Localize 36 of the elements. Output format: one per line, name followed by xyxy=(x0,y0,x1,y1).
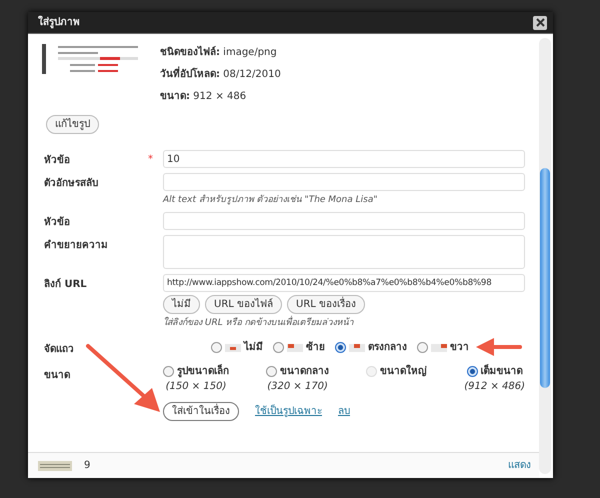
required-mark: * xyxy=(148,154,153,165)
field-hint: Alt text สำหรับรูปภาพ ตัวอย่างเช่น "The Mona Lisa" xyxy=(163,194,378,207)
window-title: ใส่รูปภาพ xyxy=(38,16,80,29)
option-label: ไม่มี xyxy=(244,341,263,354)
insert-button[interactable]: ใส่เข้าในเรื่อง xyxy=(163,402,239,421)
field-hint: ใส่ลิงก์ของ URL หรือ กดข้างบนเพื่อเตรียมล่วงหน้า xyxy=(163,317,354,330)
option-label: ตรงกลาง xyxy=(368,341,407,354)
delete-link[interactable]: ลบ xyxy=(338,405,350,418)
field-label: จัดแถว xyxy=(44,342,75,356)
size-dimensions: (320 × 170) xyxy=(267,380,328,393)
show-link[interactable]: แสดง xyxy=(508,459,531,472)
edit-image-button[interactable]: แก้ไขรูป xyxy=(46,115,99,134)
link-button[interactable]: ไม่มี xyxy=(163,295,200,314)
link-button[interactable]: URL ของเรื่อง xyxy=(287,295,366,314)
option-label: ขวา xyxy=(450,341,469,354)
file-info-text: วันที่อัปโหลด: 08/12/2010 xyxy=(160,68,281,81)
field-label: ขนาด xyxy=(44,369,71,382)
field-label: หัวข้อ xyxy=(44,215,71,229)
field-label: ตัวอักษรสลับ xyxy=(44,176,99,190)
link-button[interactable]: URL ของไฟล์ xyxy=(205,295,282,314)
file-info-text: ชนิดของไฟล์: image/png xyxy=(160,46,278,59)
featured-image-link[interactable]: ใช้เป็นรูปเฉพาะ xyxy=(255,405,322,418)
item-number: 9 xyxy=(84,459,90,472)
size-dimensions: (912 × 486) xyxy=(464,380,525,393)
text-field[interactable]: 10 xyxy=(163,150,525,168)
option-label: ขนาดใหญ่ xyxy=(380,365,428,378)
field-label: คำขยายความ xyxy=(44,238,109,252)
option-label: รูปขนาดเล็ก xyxy=(177,365,229,378)
field-label: ลิงก์ URL xyxy=(44,277,88,291)
url-field[interactable]: http://www.iappshow.com/2010/10/24/%e0%b8%a7%e0%b8%b4%e0%b8%98 xyxy=(163,274,525,292)
file-info-text: ขนาด: 912 × 486 xyxy=(160,90,248,103)
size-dimensions: (150 × 150) xyxy=(166,380,226,393)
option-label: เต็มขนาด xyxy=(480,365,523,378)
option-label: ซ้าย xyxy=(306,341,325,354)
option-label: ขนาดกลาง xyxy=(280,365,330,378)
field-label: หัวข้อ xyxy=(44,153,71,167)
